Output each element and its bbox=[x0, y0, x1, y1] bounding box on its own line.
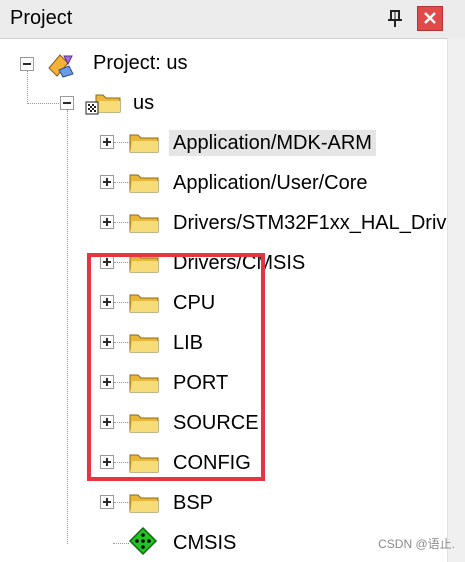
tree-group-row[interactable]: PORT bbox=[0, 370, 448, 410]
project-root-label[interactable]: Project: us bbox=[93, 50, 187, 76]
tree-line bbox=[27, 103, 59, 104]
panel-title: Project bbox=[10, 7, 73, 29]
watermark: CSDN @语止. bbox=[378, 537, 455, 551]
group-label[interactable]: CPU bbox=[173, 290, 215, 316]
tree-group-row[interactable]: Drivers/STM32F1xx_HAL_Driver bbox=[0, 210, 448, 250]
tree-line bbox=[27, 70, 28, 104]
folder-icon bbox=[129, 294, 159, 313]
tree-group-row[interactable]: SOURCE bbox=[0, 410, 448, 450]
cmsis-component-icon bbox=[128, 526, 158, 556]
expand-toggle[interactable] bbox=[100, 175, 114, 189]
project-tree: Project: us us Application/MDK-ARM Appli… bbox=[0, 38, 448, 562]
group-label[interactable]: Application/User/Core bbox=[173, 170, 368, 196]
folder-icon bbox=[129, 374, 159, 393]
folder-icon bbox=[129, 334, 159, 353]
group-label[interactable]: Drivers/CMSIS bbox=[173, 250, 305, 276]
close-button[interactable] bbox=[417, 6, 443, 31]
project-icon bbox=[48, 54, 74, 78]
group-label[interactable]: LIB bbox=[173, 330, 203, 356]
target-folder-icon bbox=[85, 94, 121, 115]
collapse-toggle[interactable] bbox=[20, 57, 34, 71]
group-label[interactable]: CONFIG bbox=[173, 450, 251, 476]
group-label[interactable]: Drivers/STM32F1xx_HAL_Driver bbox=[173, 210, 448, 236]
folder-icon bbox=[129, 174, 159, 193]
folder-icon bbox=[129, 494, 159, 513]
folder-icon bbox=[129, 454, 159, 473]
pin-icon[interactable] bbox=[384, 8, 406, 30]
tree-line bbox=[113, 543, 129, 544]
group-label[interactable]: BSP bbox=[173, 490, 213, 516]
tree-group-row[interactable]: LIB bbox=[0, 330, 448, 370]
expand-toggle[interactable] bbox=[100, 295, 114, 309]
group-label[interactable]: Application/MDK-ARM bbox=[169, 130, 376, 156]
expand-toggle[interactable] bbox=[100, 215, 114, 229]
folder-icon bbox=[129, 134, 159, 153]
tree-group-row[interactable]: Drivers/CMSIS bbox=[0, 250, 448, 290]
expand-toggle[interactable] bbox=[100, 335, 114, 349]
collapse-toggle[interactable] bbox=[60, 96, 74, 110]
vertical-scrollbar[interactable] bbox=[447, 38, 465, 562]
tree-group-row[interactable]: Application/User/Core bbox=[0, 170, 448, 210]
expand-toggle[interactable] bbox=[100, 375, 114, 389]
close-icon bbox=[424, 12, 436, 24]
tree-group-row[interactable]: Application/MDK-ARM bbox=[0, 130, 448, 170]
folder-icon bbox=[129, 214, 159, 233]
component-label[interactable]: CMSIS bbox=[173, 530, 236, 556]
expand-toggle[interactable] bbox=[100, 415, 114, 429]
group-label[interactable]: SOURCE bbox=[173, 410, 259, 436]
expand-toggle[interactable] bbox=[100, 255, 114, 269]
target-label[interactable]: us bbox=[133, 90, 154, 116]
project-panel-header: Project bbox=[0, 0, 465, 39]
expand-toggle[interactable] bbox=[100, 135, 114, 149]
group-label[interactable]: PORT bbox=[173, 370, 228, 396]
tree-group-row[interactable]: CONFIG bbox=[0, 450, 448, 490]
folder-icon bbox=[129, 414, 159, 433]
tree-group-row[interactable]: CPU bbox=[0, 290, 448, 330]
folder-icon bbox=[129, 254, 159, 273]
expand-toggle[interactable] bbox=[100, 495, 114, 509]
expand-toggle[interactable] bbox=[100, 455, 114, 469]
tree-group-row[interactable]: BSP bbox=[0, 490, 448, 530]
